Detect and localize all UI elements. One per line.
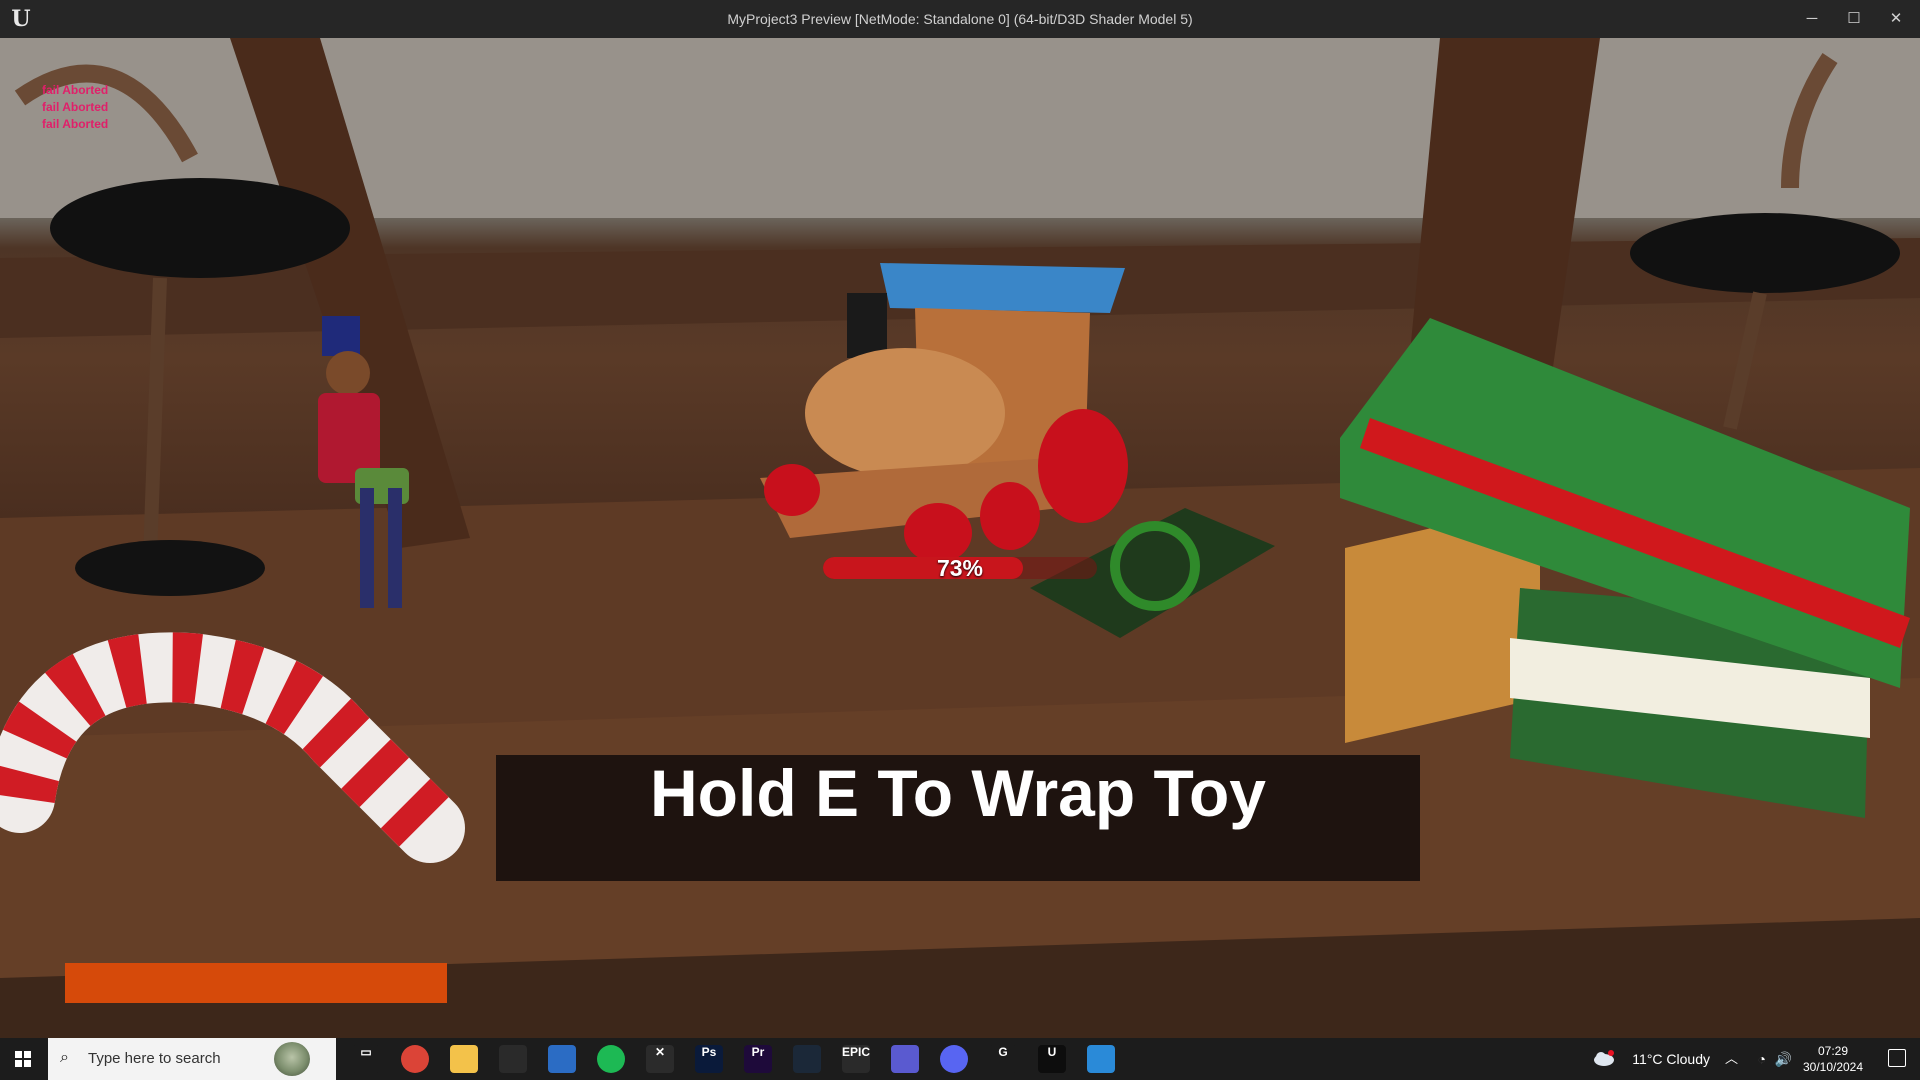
search-placeholder: Type here to search [88, 1050, 221, 1067]
game-viewport[interactable]: fail Aborted fail Aborted fail Aborted 7… [0, 38, 1920, 1038]
taskbar-search[interactable]: ⌕ Type here to search [48, 1038, 336, 1080]
spotify-icon[interactable] [597, 1045, 625, 1073]
interaction-prompt: Hold E To Wrap Toy [496, 755, 1420, 881]
debug-log-line: fail Aborted [42, 83, 109, 97]
weather-text[interactable]: 11°C Cloudy [1632, 1038, 1710, 1080]
network-icon[interactable]: ◔ [1758, 1038, 1766, 1080]
debug-log-line: fail Aborted [42, 117, 109, 131]
windows-logo-icon [15, 1051, 31, 1067]
window-title: MyProject3 Preview [NetMode: Standalone … [727, 11, 1193, 27]
game-scene [0, 38, 1920, 1038]
file-explorer-icon[interactable] [450, 1045, 478, 1073]
lamp-base-left [75, 540, 265, 596]
lamp-shade-left [50, 178, 350, 278]
volume-icon[interactable]: 🔊 [1775, 1038, 1792, 1080]
unreal-engine-icon[interactable]: U [1038, 1045, 1066, 1073]
logitech-g-icon[interactable]: G [989, 1045, 1017, 1073]
stamina-bar [65, 963, 447, 1003]
clock-time: 07:29 [1817, 1044, 1849, 1058]
taskbar-clock[interactable]: 07:29 30/10/2024 [1798, 1043, 1868, 1075]
photoshop-icon[interactable]: Ps [695, 1045, 723, 1073]
window-title-bar: U MyProject3 Preview [NetMode: Standalon… [0, 0, 1920, 38]
store-icon[interactable] [548, 1045, 576, 1073]
search-icon: ⌕ [60, 1049, 69, 1066]
search-highlight-icon [274, 1042, 310, 1076]
debug-log: fail Aborted fail Aborted fail Aborted [42, 82, 108, 133]
weather-cloud-icon [1594, 1050, 1614, 1066]
close-button[interactable]: ✕ [1876, 0, 1916, 38]
maximize-button[interactable]: ☐ [1834, 0, 1874, 38]
debug-log-line: fail Aborted [42, 100, 109, 114]
davinci-icon[interactable] [499, 1045, 527, 1073]
start-button[interactable] [0, 1038, 46, 1080]
clock-date: 30/10/2024 [1802, 1060, 1864, 1074]
notification-icon[interactable] [1888, 1049, 1906, 1067]
minimize-button[interactable]: ─ [1792, 0, 1832, 38]
wrap-progress-label: 73% [936, 555, 984, 581]
premiere-icon[interactable]: Pr [744, 1045, 772, 1073]
interaction-prompt-text: Hold E To Wrap Toy [650, 756, 1266, 830]
chrome-icon[interactable] [401, 1045, 429, 1073]
chevron-up-icon[interactable]: ︿ [1725, 1038, 1738, 1080]
discord-icon[interactable] [940, 1045, 968, 1073]
lamp-stand-left [143, 277, 167, 559]
calendar-app-icon[interactable] [891, 1045, 919, 1073]
lamp-shade-right [1630, 213, 1900, 293]
epic-games-icon[interactable]: EPIC [842, 1045, 870, 1073]
excel-icon[interactable]: ✕ [646, 1045, 674, 1073]
photos-icon[interactable] [1087, 1045, 1115, 1073]
steam-icon[interactable] [793, 1045, 821, 1073]
task-view-icon[interactable]: ▭ [352, 1045, 380, 1073]
lamp-stand-right [1723, 291, 1767, 430]
wrap-progress-bar: 73% [823, 555, 1097, 583]
windows-taskbar: ⌕ Type here to search ▭ ✕ Ps Pr EPIC G U 11°C … [0, 1038, 1920, 1080]
